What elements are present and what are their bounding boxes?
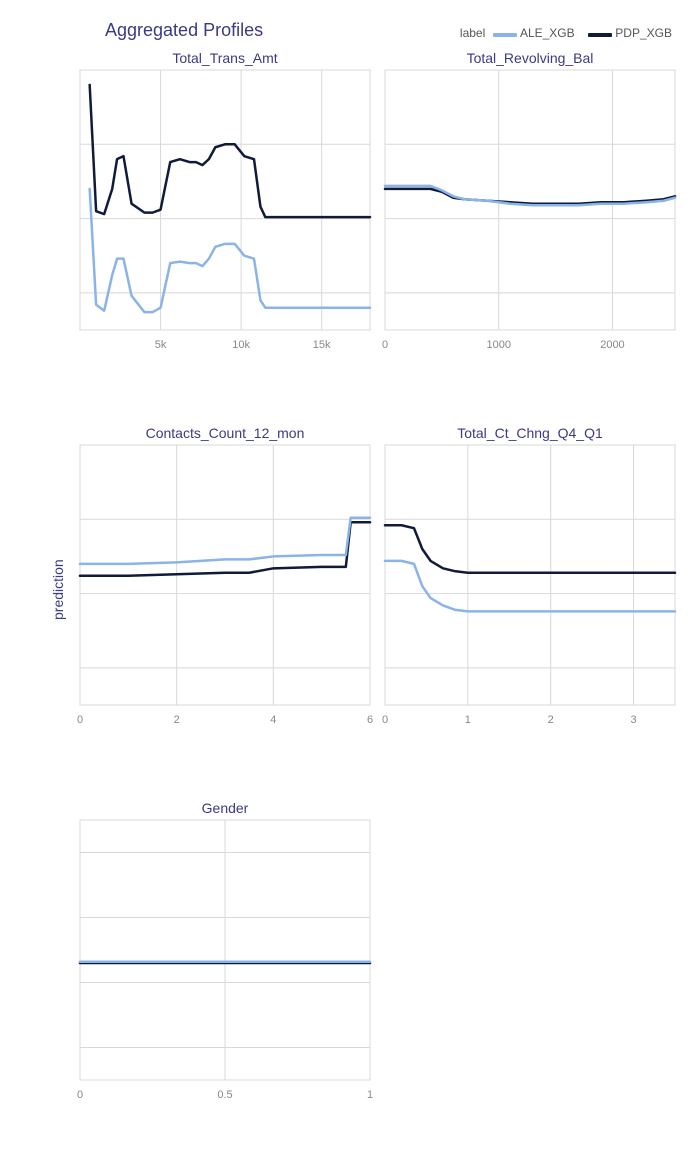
svg-text:3: 3 bbox=[631, 714, 637, 726]
panel-title: Total_Ct_Chng_Q4_Q1 bbox=[380, 425, 680, 441]
svg-text:2: 2 bbox=[548, 714, 554, 726]
svg-text:1: 1 bbox=[465, 714, 471, 726]
series-line bbox=[90, 85, 370, 217]
svg-text:1: 1 bbox=[367, 1089, 373, 1101]
svg-text:10k: 10k bbox=[232, 339, 250, 351]
series-line bbox=[385, 561, 675, 612]
main-title: Aggregated Profiles bbox=[105, 20, 263, 41]
panel-title: Gender bbox=[75, 800, 375, 816]
series-line bbox=[90, 189, 370, 312]
svg-text:4: 4 bbox=[270, 714, 276, 726]
chart-panel: 0 1000 2000 bbox=[380, 65, 680, 395]
legend: label ALE_XGB PDP_XGB bbox=[460, 26, 682, 40]
svg-text:0.5: 0.5 bbox=[217, 1089, 232, 1101]
chart-panel: 0246−0.500.51 bbox=[75, 440, 375, 770]
legend-label: label bbox=[460, 26, 485, 40]
series-line bbox=[385, 189, 675, 204]
svg-text:0: 0 bbox=[77, 1089, 83, 1101]
legend-item-label: PDP_XGB bbox=[612, 26, 672, 40]
svg-text:1000: 1000 bbox=[486, 339, 510, 351]
figure: { "title": "Aggregated Profiles", "legen… bbox=[0, 0, 700, 1169]
chart-panel: 00.51−0.500.51 bbox=[75, 815, 375, 1145]
chart-panel: 0 1 2 3 bbox=[380, 440, 680, 770]
legend-swatch bbox=[588, 33, 612, 37]
legend-swatch bbox=[493, 33, 517, 37]
svg-text:0: 0 bbox=[382, 714, 388, 726]
y-axis-label: prediction bbox=[50, 559, 66, 620]
legend-item-label: ALE_XGB bbox=[517, 26, 578, 40]
svg-text:2: 2 bbox=[174, 714, 180, 726]
series-line bbox=[385, 525, 675, 573]
chart-panel: 5k10k15k−0.500.51 bbox=[75, 65, 375, 395]
svg-text:0: 0 bbox=[77, 714, 83, 726]
series-line bbox=[80, 522, 370, 575]
svg-text:0: 0 bbox=[382, 339, 388, 351]
series-line bbox=[80, 518, 370, 564]
panel-title: Total_Revolving_Bal bbox=[380, 50, 680, 66]
panel-title: Contacts_Count_12_mon bbox=[75, 425, 375, 441]
svg-text:2000: 2000 bbox=[600, 339, 624, 351]
panel-title: Total_Trans_Amt bbox=[75, 50, 375, 66]
svg-text:6: 6 bbox=[367, 714, 373, 726]
svg-text:15k: 15k bbox=[313, 339, 331, 351]
svg-text:5k: 5k bbox=[155, 339, 167, 351]
